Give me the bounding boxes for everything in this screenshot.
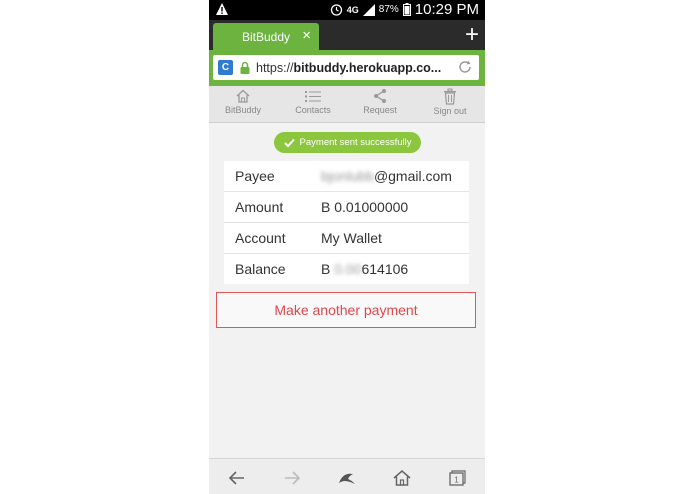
browser-tab[interactable]: BitBuddy × (213, 23, 319, 50)
detail-label: Amount (235, 199, 284, 215)
battery-percent: 87% (378, 4, 399, 15)
back-arrow-icon[interactable] (227, 468, 247, 488)
redacted-text: bjonlubb (321, 168, 374, 184)
trash-icon (444, 88, 456, 105)
url-prefix: https:// (256, 60, 294, 75)
nav-item-request[interactable]: Request (350, 88, 410, 115)
home-icon[interactable] (392, 468, 412, 488)
dolphin-icon[interactable] (337, 468, 357, 488)
detail-value: B 0.00614106 (321, 261, 409, 277)
detail-row-balance: Balance B 0.00614106 (224, 254, 469, 284)
detail-value: My Wallet (321, 230, 382, 246)
url-host: bitbuddy.herokuapp.co... (293, 60, 442, 75)
tab-strip: BitBuddy × + (209, 20, 485, 50)
share-icon (374, 89, 386, 103)
detail-value: B 0.01000000 (321, 199, 409, 215)
tab-title: BitBuddy (242, 30, 291, 44)
address-bar[interactable]: C https://bitbuddy.herokuapp.co... (213, 55, 479, 80)
redacted-text: 0.00 (334, 261, 362, 277)
site-icon: C (218, 60, 233, 75)
forward-arrow-icon[interactable] (282, 468, 302, 488)
detail-row-amount: Amount B 0.01000000 (224, 192, 469, 223)
new-tab-button[interactable]: + (465, 21, 479, 49)
network-type: 4G (346, 4, 359, 15)
nav-item-bitbuddy[interactable]: BitBuddy (213, 88, 273, 115)
phone-screen: 4G 87% 10:29 PM BitBuddy × + C https://b… (209, 0, 485, 494)
reload-icon[interactable] (457, 59, 473, 75)
nav-label: Contacts (295, 105, 331, 115)
success-badge: Payment sent successfully (274, 132, 421, 153)
url-text[interactable]: https://bitbuddy.herokuapp.co... (256, 61, 444, 75)
nav-item-contacts[interactable]: Contacts (283, 88, 343, 115)
detail-label: Account (235, 230, 286, 246)
warning-icon (216, 3, 228, 15)
list-icon (305, 91, 321, 102)
alarm-icon (330, 4, 342, 16)
detail-value: bjonlubb@gmail.com (321, 168, 452, 184)
detail-label: Balance (235, 261, 286, 277)
success-message: Payment sent successfully (299, 137, 412, 148)
nav-item-sign-out[interactable]: Sign out (420, 88, 480, 116)
detail-row-payee: Payee bjonlubb@gmail.com (224, 161, 469, 192)
browser-bottom-bar: 1 (209, 458, 485, 494)
detail-row-account: Account My Wallet (224, 223, 469, 254)
nav-label: Request (363, 105, 397, 115)
battery-icon (402, 3, 411, 16)
make-another-payment-button[interactable]: Make another payment (216, 292, 476, 328)
svg-text:1: 1 (454, 476, 459, 485)
status-bar: 4G 87% 10:29 PM (209, 0, 485, 20)
detail-label: Payee (235, 168, 275, 184)
lock-icon (240, 61, 250, 74)
home-icon (236, 89, 250, 103)
address-bar-container: C https://bitbuddy.herokuapp.co... (209, 50, 485, 86)
nav-label: BitBuddy (224, 105, 262, 115)
signal-icon (362, 3, 375, 16)
clock: 10:29 PM (414, 1, 479, 18)
payment-details: Payee bjonlubb@gmail.com Amount B 0.0100… (224, 161, 469, 284)
checkmark-icon (283, 138, 295, 147)
tab-close-icon[interactable]: × (302, 27, 311, 44)
app-nav: BitBuddy Contacts Request Sign out (209, 86, 485, 123)
nav-label: Sign out (433, 106, 467, 116)
tabs-icon[interactable]: 1 (447, 468, 467, 488)
